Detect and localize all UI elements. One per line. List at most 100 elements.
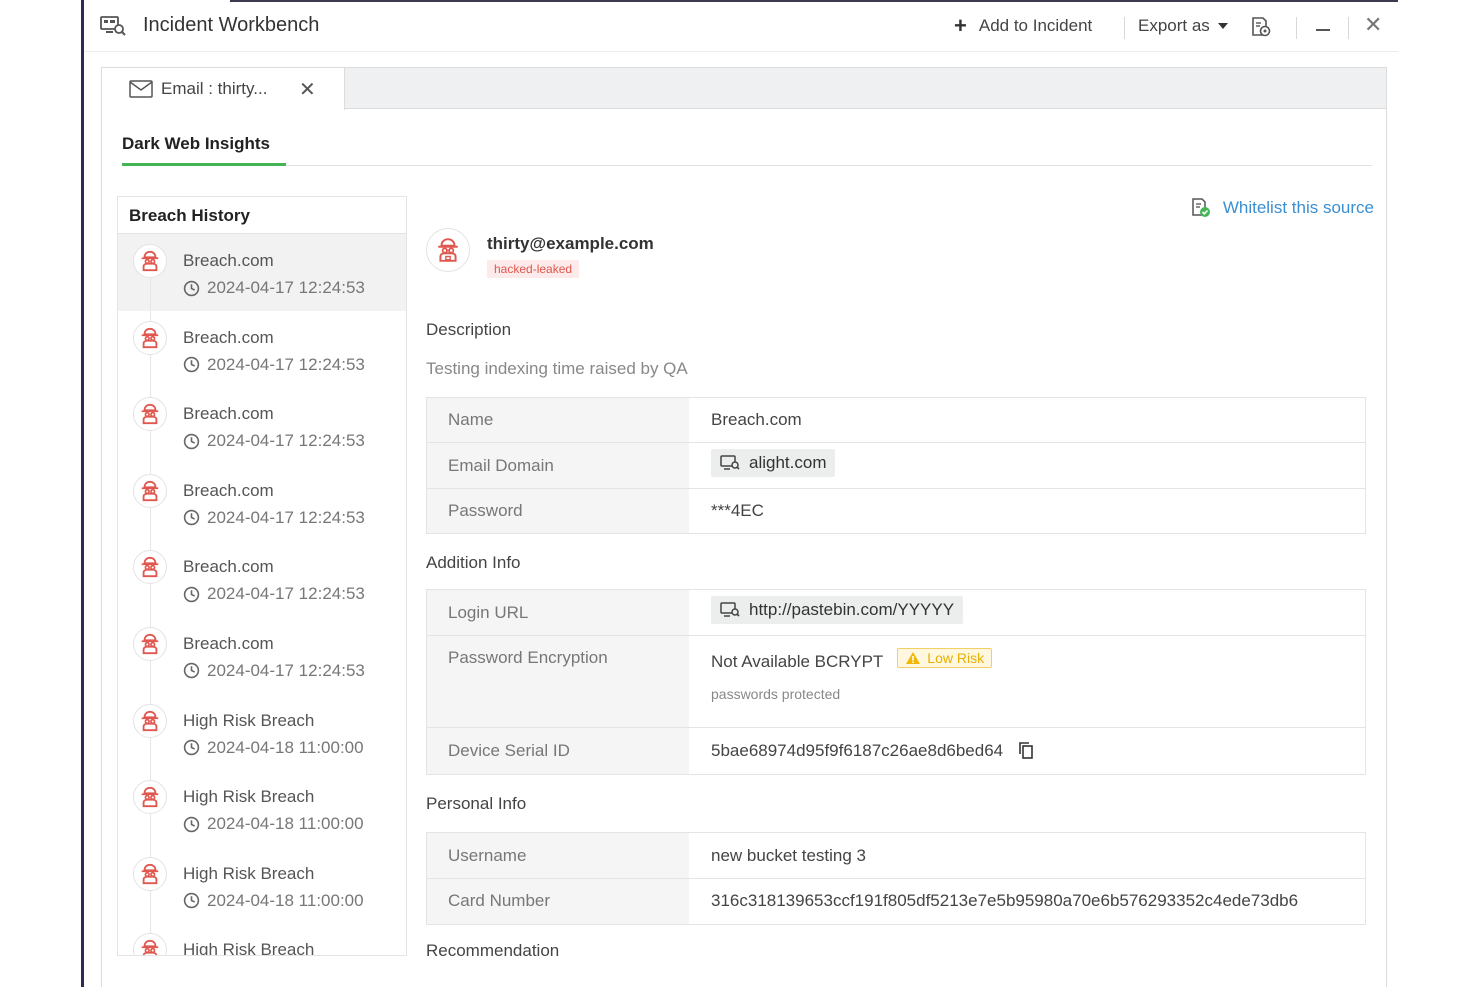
password-encryption-value: Not Available BCRYPT (711, 652, 884, 671)
title-bar: Incident Workbench + Add to Incident Exp… (84, 2, 1398, 52)
breach-timestamp: 2024-04-17 12:24:53 (207, 278, 365, 297)
breach-time: 2024-04-17 12:24:53 (183, 355, 365, 375)
breach-name: High Risk Breach (183, 710, 315, 730)
login-url-chip[interactable]: http://pastebin.com/YYYYY (711, 596, 964, 624)
breach-history-item[interactable]: High Risk Breach 2024-04-18 11:00:00 (118, 693, 406, 771)
device-serial-label: Device Serial ID (427, 728, 689, 774)
breach-history-item[interactable]: High Risk Breach 2024-04-18 11:00:00 (118, 770, 406, 847)
card-number-label: Card Number (427, 879, 689, 924)
low-risk-label: Low Risk (927, 650, 985, 666)
hacker-avatar (426, 228, 470, 272)
active-subtab-indicator (122, 163, 286, 166)
name-label: Name (427, 398, 689, 442)
mail-icon (129, 80, 153, 98)
addition-info-title: Addition Info (426, 553, 521, 572)
breach-history-item[interactable]: High Risk Breach 2024-04-18 11:00:00 (118, 846, 406, 924)
add-to-incident-button[interactable]: + Add to Incident (954, 15, 1093, 37)
clock-icon (183, 739, 200, 756)
login-url-label: Login URL (427, 590, 689, 635)
login-url-cell: http://pastebin.com/YYYYY (689, 590, 1365, 635)
tab-dark-web-insights[interactable]: Dark Web Insights (122, 134, 270, 154)
breach-history-item[interactable]: Breach.com 2024-04-17 12:24:53 (118, 463, 406, 541)
table-row: Login URL http://pastebin.com/YYYYY (427, 590, 1365, 636)
breach-history-item[interactable]: Breach.com 2024-04-17 12:24:53 (118, 387, 406, 464)
breach-timestamp: 2024-04-17 12:24:53 (207, 660, 365, 680)
breach-name: Breach.com (183, 251, 274, 270)
clock-icon (183, 433, 200, 449)
hacked-leaked-tag: hacked-leaked (487, 260, 580, 278)
username-label: Username (427, 833, 689, 878)
close-window-icon[interactable]: ✕ (1364, 14, 1382, 36)
hacker-icon (141, 404, 159, 425)
breach-history-title: Breach History (118, 197, 406, 234)
breached-email: thirty@example.com (487, 234, 654, 253)
whitelist-source-link[interactable]: Whitelist this source (1191, 198, 1374, 218)
caret-down-icon (1217, 23, 1228, 29)
login-url-value: http://pastebin.com/YYYYY (749, 600, 955, 619)
breach-timestamp: 2024-04-17 12:24:53 (207, 584, 365, 604)
breach-badge (133, 856, 167, 891)
whitelist-icon (1192, 198, 1210, 217)
breach-detail: Whitelist this source thirty@example.com… (424, 196, 1374, 956)
breach-name: High Risk Breach (183, 863, 315, 883)
warning-icon (906, 652, 921, 664)
add-to-incident-label: Add to Incident (978, 16, 1093, 35)
toolbar-divider (1124, 17, 1125, 39)
breach-timestamp: 2024-04-17 12:24:53 (207, 431, 365, 451)
hacker-icon (141, 557, 159, 578)
hacker-icon (141, 940, 159, 955)
breach-time: 2024-04-18 11:00:00 (183, 738, 364, 758)
toolbar-divider (1296, 17, 1297, 39)
export-as-dropdown[interactable]: Export as (1138, 16, 1228, 36)
personal-info-table: Username new bucket testing 3 Card Numbe… (426, 832, 1366, 925)
breach-history-list: Breach.com 2024-04-17 12:24:53 Breach.com 2… (118, 234, 406, 955)
window-title: Incident Workbench (143, 14, 320, 36)
hacker-icon (141, 480, 159, 501)
name-value: Breach.com (711, 410, 802, 429)
breach-badge (133, 244, 167, 278)
tab-email[interactable]: Email : thirty... ✕ (102, 68, 345, 110)
breach-name: Breach.com (183, 557, 274, 577)
table-row: Username new bucket testing 3 (427, 833, 1365, 879)
breach-name: Breach.com (183, 327, 274, 347)
clock-icon (183, 663, 200, 679)
recommendation-title: Recommendation (426, 941, 560, 956)
hacker-icon (141, 710, 159, 731)
addition-info-table: Login URL http://pastebin.com/YYYYY Pass… (426, 589, 1366, 775)
email-domain-chip[interactable]: alight.com (711, 449, 836, 477)
breach-badge (133, 703, 167, 738)
breach-name: High Risk Breach (183, 787, 315, 807)
email-domain-value: alight.com (749, 453, 827, 472)
hacker-icon (141, 250, 159, 272)
breach-name: Breach.com (183, 404, 274, 424)
breach-time: 2024-04-18 11:00:00 (183, 891, 364, 911)
report-settings-icon[interactable] (1250, 16, 1272, 38)
clock-icon (183, 280, 200, 296)
hacker-icon (141, 863, 159, 884)
password-encryption-cell: Not Available BCRYPT Low Risk passwords p… (689, 636, 1365, 727)
copy-icon[interactable] (1018, 741, 1034, 759)
table-row: Password Encryption Not Available BCRYPT… (427, 636, 1365, 728)
breach-time: 2024-04-17 12:24:53 (183, 661, 365, 681)
breach-history-item[interactable]: Breach.com 2024-04-17 12:24:53 (118, 540, 406, 617)
close-tab-icon[interactable]: ✕ (299, 77, 316, 102)
breach-timestamp: 2024-04-18 11:00:00 (207, 737, 364, 757)
tab-email-label: Email : thirty... (161, 79, 268, 98)
breach-time: 2024-04-17 12:24:53 (183, 508, 365, 528)
minimize-icon[interactable] (1316, 29, 1330, 31)
table-row: Name Breach.com (427, 398, 1365, 443)
workbench-icon (100, 16, 126, 36)
breach-timestamp: 2024-04-18 11:00:00 (207, 814, 364, 834)
breach-main-table: Name Breach.com Email Domain alight.com … (426, 397, 1366, 534)
content-panel: Email : thirty... ✕ Dark Web Insights Br… (101, 67, 1387, 987)
breach-history-panel: Breach History Breach.com 2024-04-17 12:2… (117, 196, 407, 956)
breach-history-item[interactable]: High Risk Breach (118, 923, 406, 955)
breach-badge (133, 473, 167, 508)
email-domain-cell: alight.com (689, 443, 1365, 488)
breach-history-item[interactable]: Breach.com 2024-04-17 12:24:53 (118, 234, 406, 341)
password-label: Password (427, 489, 689, 533)
breach-history-item[interactable]: Breach.com 2024-04-17 12:24:53 (118, 616, 406, 694)
hacker-icon (438, 238, 458, 262)
breach-history-item[interactable]: Breach.com 2024-04-17 12:24:53 (118, 310, 406, 388)
passwords-protected-note: passwords protected (711, 686, 841, 702)
